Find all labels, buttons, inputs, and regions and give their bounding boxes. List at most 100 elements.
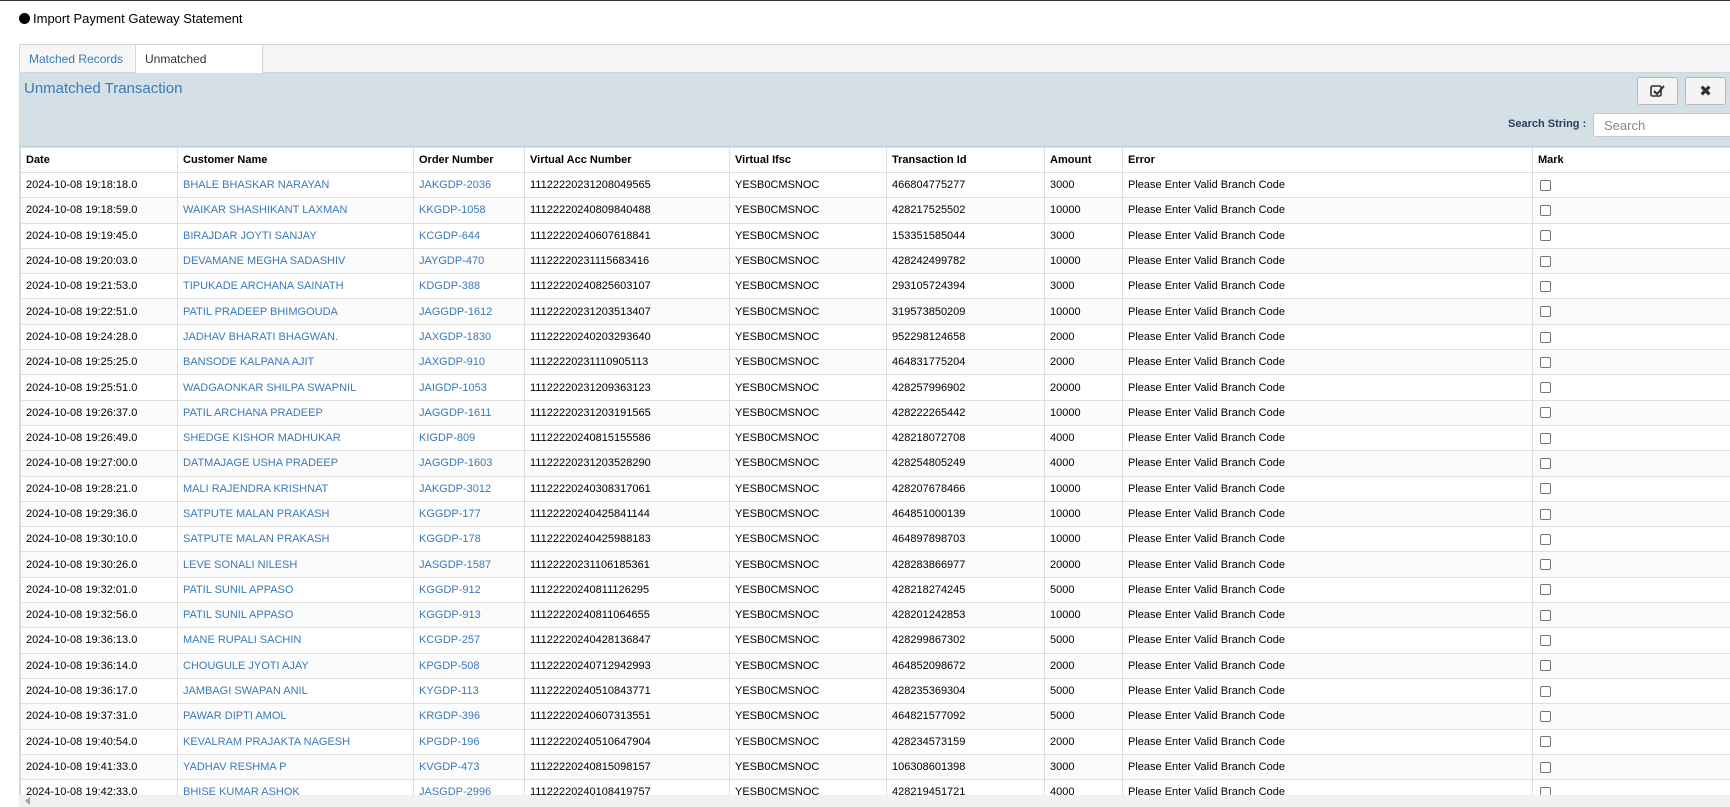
cell-order-number[interactable]: JAIGDP-1053 bbox=[413, 374, 525, 401]
col-header-mark[interactable]: Mark bbox=[1532, 147, 1730, 173]
cell-customer-name[interactable]: SATPUTE MALAN PRAKASH bbox=[177, 526, 414, 553]
cell-order-number[interactable]: JAXGDP-1830 bbox=[413, 323, 525, 351]
mark-checkbox[interactable] bbox=[1540, 660, 1551, 672]
cell-order-number[interactable]: KGGDP-913 bbox=[413, 602, 525, 629]
cell-customer-name[interactable]: SATPUTE MALAN PRAKASH bbox=[177, 500, 414, 528]
cell-order-number[interactable]: KRGDP-396 bbox=[413, 703, 525, 730]
col-header-virtual-ifsc[interactable]: Virtual Ifsc bbox=[729, 147, 887, 173]
cell-order-number[interactable]: JAGGDP-1611 bbox=[413, 399, 525, 426]
col-header-amount[interactable]: Amount bbox=[1044, 147, 1123, 173]
mark-checkbox[interactable] bbox=[1540, 205, 1551, 217]
cell-customer-name[interactable]: PATIL SUNIL APPASO bbox=[177, 576, 414, 604]
cell-customer-name[interactable]: TIPUKADE ARCHANA SAINATH bbox=[177, 273, 414, 300]
col-header-transaction-id[interactable]: Transaction Id bbox=[886, 147, 1045, 173]
mark-checkbox[interactable] bbox=[1540, 710, 1551, 722]
cell-order-number[interactable]: KDGDP-388 bbox=[413, 273, 525, 300]
cell-amount: 10000 bbox=[1044, 475, 1123, 502]
cell-customer-name[interactable]: MANE RUPALI SACHIN bbox=[177, 627, 414, 654]
cell-order-number[interactable]: KIGDP-809 bbox=[413, 424, 525, 452]
cell-transaction-id: 428201242853 bbox=[886, 602, 1045, 629]
mark-checkbox[interactable] bbox=[1540, 559, 1551, 571]
cell-customer-name[interactable]: LEVE SONALI NILESH bbox=[177, 551, 414, 578]
mark-checkbox[interactable] bbox=[1540, 635, 1551, 647]
table-container[interactable]: Date Customer Name Order Number Virtual … bbox=[20, 147, 1730, 797]
mark-checkbox[interactable] bbox=[1540, 356, 1551, 368]
mark-selected-button[interactable] bbox=[1637, 77, 1678, 105]
scroll-left-icon[interactable] bbox=[25, 797, 30, 805]
mark-checkbox[interactable] bbox=[1540, 685, 1551, 697]
cell-order-number[interactable]: KVGDP-473 bbox=[413, 753, 525, 781]
cell-order-number[interactable]: JAGGDP-1612 bbox=[413, 298, 525, 325]
tab-matched-records[interactable]: Matched Records bbox=[20, 45, 135, 74]
mark-checkbox[interactable] bbox=[1540, 331, 1551, 343]
cell-customer-name[interactable]: KEVALRAM PRAJAKTA NAGESH bbox=[177, 728, 414, 755]
cell-customer-name[interactable]: JADHAV BHARATI BHAGWAN. bbox=[177, 323, 414, 351]
cell-date: 2024-10-08 19:36:13.0 bbox=[20, 627, 178, 654]
cell-customer-name[interactable]: PATIL ARCHANA PRADEEP bbox=[177, 399, 414, 426]
cell-customer-name[interactable]: BHALE BHASKAR NARAYAN bbox=[177, 171, 414, 199]
col-header-order-number[interactable]: Order Number bbox=[413, 147, 525, 173]
cell-customer-name[interactable]: DATMAJAGE USHA PRADEEP bbox=[177, 450, 414, 477]
cell-order-number[interactable]: JAYGDP-470 bbox=[413, 247, 525, 275]
cell-customer-name[interactable]: JAMBAGI SWAPAN ANIL bbox=[177, 677, 414, 705]
mark-checkbox[interactable] bbox=[1540, 584, 1551, 596]
cell-order-number[interactable]: JAKGDP-2036 bbox=[413, 171, 525, 199]
cell-customer-name[interactable]: YADHAV RESHMA P bbox=[177, 753, 414, 781]
col-header-customer-name[interactable]: Customer Name bbox=[177, 147, 414, 173]
cell-transaction-id: 466804775277 bbox=[886, 171, 1045, 199]
mark-checkbox[interactable] bbox=[1540, 179, 1551, 191]
cell-order-number[interactable]: KPGDP-196 bbox=[413, 728, 525, 755]
page-title: Import Payment Gateway Statement bbox=[19, 9, 243, 27]
cell-customer-name[interactable]: SHEDGE KISHOR MADHUKAR bbox=[177, 424, 414, 452]
cell-customer-name[interactable]: CHOUGULE JYOTI AJAY bbox=[177, 652, 414, 679]
mark-checkbox[interactable] bbox=[1540, 230, 1551, 242]
cell-customer-name[interactable]: WADGAONKAR SHILPA SWAPNIL bbox=[177, 374, 414, 401]
cell-order-number[interactable]: JAGGDP-1603 bbox=[413, 450, 525, 477]
col-header-virtual-acc-number[interactable]: Virtual Acc Number bbox=[524, 147, 730, 173]
mark-checkbox[interactable] bbox=[1540, 761, 1551, 773]
cell-transaction-id: 464851000139 bbox=[886, 500, 1045, 528]
mark-checkbox[interactable] bbox=[1540, 306, 1551, 318]
cell-order-number[interactable]: KCGDP-644 bbox=[413, 222, 525, 249]
mark-checkbox[interactable] bbox=[1540, 483, 1551, 495]
mark-checkbox[interactable] bbox=[1540, 508, 1551, 520]
mark-checkbox[interactable] bbox=[1540, 432, 1551, 444]
cell-order-number[interactable]: KCGDP-257 bbox=[413, 627, 525, 654]
cell-order-number[interactable]: KGGDP-178 bbox=[413, 526, 525, 553]
mark-checkbox[interactable] bbox=[1540, 255, 1551, 267]
col-header-date[interactable]: Date bbox=[20, 147, 178, 173]
cell-customer-name[interactable]: WAIKAR SHASHIKANT LAXMAN bbox=[177, 197, 414, 224]
cell-customer-name[interactable]: MALI RAJENDRA KRISHNAT bbox=[177, 475, 414, 502]
cell-order-number[interactable]: KGGDP-912 bbox=[413, 576, 525, 604]
cell-customer-name[interactable]: PATIL PRADEEP BHIMGOUDA bbox=[177, 298, 414, 325]
mark-checkbox[interactable] bbox=[1540, 280, 1551, 292]
cell-error: Please Enter Valid Branch Code bbox=[1122, 450, 1533, 477]
search-input[interactable] bbox=[1593, 113, 1730, 137]
cell-order-number[interactable]: JASGDP-1587 bbox=[413, 551, 525, 578]
cell-virtual-ifsc: YESB0CMSNOC bbox=[729, 171, 887, 199]
cell-date: 2024-10-08 19:30:26.0 bbox=[20, 551, 178, 578]
mark-checkbox[interactable] bbox=[1540, 609, 1551, 621]
col-header-error[interactable]: Error bbox=[1122, 147, 1533, 173]
cell-customer-name[interactable]: BIRAJDAR JOYTI SANJAY bbox=[177, 222, 414, 249]
cell-order-number[interactable]: JAKGDP-3012 bbox=[413, 475, 525, 502]
cell-transaction-id: 428217525502 bbox=[886, 197, 1045, 224]
mark-checkbox[interactable] bbox=[1540, 382, 1551, 394]
close-button[interactable]: ✖ bbox=[1685, 77, 1726, 105]
cell-order-number[interactable]: KKGDP-1058 bbox=[413, 197, 525, 224]
cell-order-number[interactable]: KPGDP-508 bbox=[413, 652, 525, 679]
cell-customer-name[interactable]: PAWAR DIPTI AMOL bbox=[177, 703, 414, 730]
cell-customer-name[interactable]: DEVAMANE MEGHA SADASHIV bbox=[177, 247, 414, 275]
cell-order-number[interactable]: KYGDP-113 bbox=[413, 677, 525, 705]
cell-customer-name[interactable]: PATIL SUNIL APPASO bbox=[177, 602, 414, 629]
cell-order-number[interactable]: JAXGDP-910 bbox=[413, 349, 525, 376]
horizontal-scrollbar[interactable] bbox=[19, 795, 1730, 807]
cell-date: 2024-10-08 19:41:33.0 bbox=[20, 753, 178, 781]
cell-order-number[interactable]: KGGDP-177 bbox=[413, 500, 525, 528]
mark-checkbox[interactable] bbox=[1540, 458, 1551, 469]
tab-unmatched-records[interactable]: Unmatched Records bbox=[135, 44, 263, 94]
mark-checkbox[interactable] bbox=[1540, 533, 1551, 545]
cell-customer-name[interactable]: BANSODE KALPANA AJIT bbox=[177, 349, 414, 376]
mark-checkbox[interactable] bbox=[1540, 736, 1551, 748]
mark-checkbox[interactable] bbox=[1540, 407, 1551, 419]
